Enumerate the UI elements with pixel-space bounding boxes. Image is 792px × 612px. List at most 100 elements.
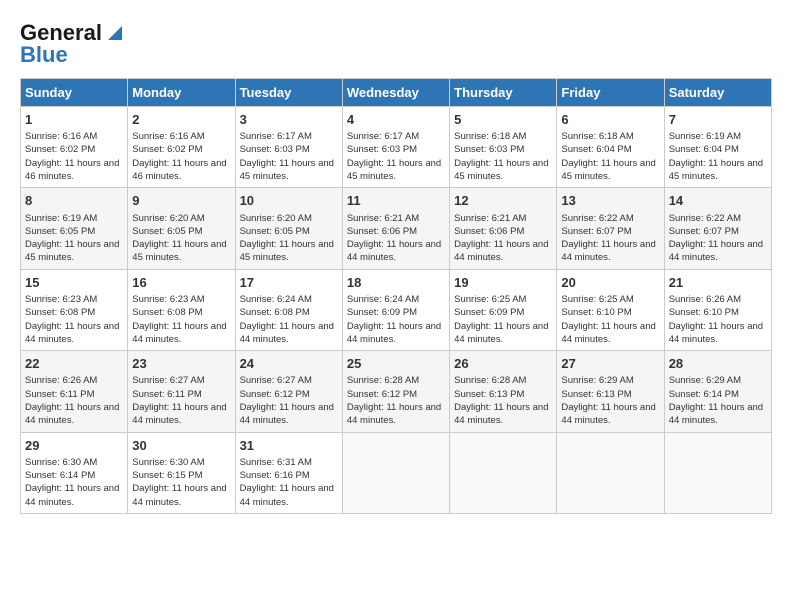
logo-icon [104, 22, 126, 44]
day-number: 28 [669, 355, 767, 373]
daylight-label: Daylight: 11 hours and 44 minutes. [132, 321, 226, 345]
sunrise: Sunrise: 6:18 AM [454, 131, 526, 142]
day-number: 3 [240, 111, 338, 129]
calendar-cell: 23Sunrise: 6:27 AMSunset: 6:11 PMDayligh… [128, 351, 235, 432]
sunset: Sunset: 6:05 PM [240, 226, 310, 237]
daylight-label: Daylight: 11 hours and 44 minutes. [454, 239, 548, 263]
day-number: 7 [669, 111, 767, 129]
sunset: Sunset: 6:13 PM [454, 389, 524, 400]
calendar-cell [342, 432, 449, 513]
sunset: Sunset: 6:04 PM [561, 144, 631, 155]
calendar-week-row: 29 Sunrise: 6:30 AM Sunset: 6:14 PM Dayligh… [21, 432, 772, 513]
sunrise: Sunrise: 6:25 AM [454, 294, 526, 305]
daylight-label: Daylight: 11 hours and 44 minutes. [454, 402, 548, 426]
calendar-cell: 3Sunrise: 6:17 AMSunset: 6:03 PMDaylight… [235, 107, 342, 188]
sunset: Sunset: 6:10 PM [561, 307, 631, 318]
calendar-cell: 21 Sunrise: 6:26 AM Sunset: 6:10 PM Dayligh… [664, 269, 771, 350]
daylight-label: Daylight: 11 hours and 44 minutes. [669, 321, 763, 345]
day-number: 1 [25, 111, 123, 129]
sunrise: Sunrise: 6:30 AM [132, 457, 204, 468]
sunset: Sunset: 6:08 PM [240, 307, 310, 318]
calendar-cell: 9Sunrise: 6:20 AMSunset: 6:05 PMDaylight… [128, 188, 235, 269]
day-number: 24 [240, 355, 338, 373]
sunset: Sunset: 6:13 PM [561, 389, 631, 400]
calendar-cell: 31Sunrise: 6:31 AMSunset: 6:16 PMDayligh… [235, 432, 342, 513]
day-number: 4 [347, 111, 445, 129]
sunset: Sunset: 6:05 PM [132, 226, 202, 237]
header-friday: Friday [557, 79, 664, 107]
daylight-label: Daylight: 11 hours and 44 minutes. [240, 321, 334, 345]
day-number: 10 [240, 192, 338, 210]
daylight-label: Daylight: 11 hours and 45 minutes. [561, 158, 655, 182]
day-number: 21 [669, 274, 767, 292]
sunrise: Sunrise: 6:26 AM [669, 294, 741, 305]
sunset: Sunset: 6:05 PM [25, 226, 95, 237]
sunrise: Sunrise: 6:16 AM [25, 131, 97, 142]
sunset: Sunset: 6:09 PM [454, 307, 524, 318]
daylight-label: Daylight: 11 hours and 44 minutes. [454, 321, 548, 345]
sunset: Sunset: 6:10 PM [669, 307, 739, 318]
calendar-cell: 29Sunrise: 6:30 AMSunset: 6:14 PMDayligh… [21, 432, 128, 513]
calendar-cell: 26 Sunrise: 6:28 AM Sunset: 6:13 PM Dayligh… [450, 351, 557, 432]
calendar-cell: 22Sunrise: 6:26 AMSunset: 6:11 PMDayligh… [21, 351, 128, 432]
day-number: 23 [132, 355, 230, 373]
day-number: 20 [561, 274, 659, 292]
calendar-cell: 18Sunrise: 6:24 AMSunset: 6:09 PMDayligh… [342, 269, 449, 350]
sunrise: Sunrise: 6:19 AM [669, 131, 741, 142]
sunrise: Sunrise: 6:17 AM [347, 131, 419, 142]
sunrise: Sunrise: 6:28 AM [454, 375, 526, 386]
calendar-week-row: 15Sunrise: 6:23 AMSunset: 6:08 PMDayligh… [21, 269, 772, 350]
daylight-label: Daylight: 11 hours and 45 minutes. [25, 239, 119, 263]
daylight-label: Daylight: 11 hours and 44 minutes. [132, 402, 226, 426]
sunset: Sunset: 6:02 PM [132, 144, 202, 155]
sunset: Sunset: 6:11 PM [25, 389, 95, 400]
daylight-label: Daylight: 11 hours and 44 minutes. [240, 402, 334, 426]
day-number: 2 [132, 111, 230, 129]
sunrise: Sunrise: 6:22 AM [669, 213, 741, 224]
sunrise: Sunrise: 6:19 AM [25, 213, 97, 224]
calendar-week-row: 22Sunrise: 6:26 AMSunset: 6:11 PMDayligh… [21, 351, 772, 432]
page-header: General Blue [20, 20, 772, 68]
daylight-label: Daylight: 11 hours and 45 minutes. [669, 158, 763, 182]
sunset: Sunset: 6:06 PM [347, 226, 417, 237]
sunset: Sunset: 6:12 PM [240, 389, 310, 400]
sunset: Sunset: 6:16 PM [240, 470, 310, 481]
sunrise: Sunrise: 6:21 AM [454, 213, 526, 224]
sunrise: Sunrise: 6:24 AM [240, 294, 312, 305]
calendar-cell: 25Sunrise: 6:28 AMSunset: 6:12 PMDayligh… [342, 351, 449, 432]
day-number: 6 [561, 111, 659, 129]
day-number: 26 [454, 355, 552, 373]
sunrise: Sunrise: 6:23 AM [25, 294, 97, 305]
calendar-cell: 6Sunrise: 6:18 AMSunset: 6:04 PMDaylight… [557, 107, 664, 188]
day-number: 12 [454, 192, 552, 210]
calendar-cell: 11Sunrise: 6:21 AMSunset: 6:06 PMDayligh… [342, 188, 449, 269]
sunset: Sunset: 6:14 PM [25, 470, 95, 481]
sunrise: Sunrise: 6:20 AM [240, 213, 312, 224]
calendar-cell: 14Sunrise: 6:22 AMSunset: 6:07 PMDayligh… [664, 188, 771, 269]
daylight-label: Daylight: 11 hours and 44 minutes. [25, 483, 119, 507]
sunrise: Sunrise: 6:25 AM [561, 294, 633, 305]
calendar-cell [664, 432, 771, 513]
daylight-label: Daylight: 11 hours and 44 minutes. [240, 483, 334, 507]
daylight-label: Daylight: 11 hours and 45 minutes. [240, 158, 334, 182]
calendar-cell [450, 432, 557, 513]
sunset: Sunset: 6:03 PM [347, 144, 417, 155]
calendar-cell: 4Sunrise: 6:17 AMSunset: 6:03 PMDaylight… [342, 107, 449, 188]
calendar-cell: 27Sunrise: 6:29 AMSunset: 6:13 PMDayligh… [557, 351, 664, 432]
sunrise: Sunrise: 6:22 AM [561, 213, 633, 224]
sunset: Sunset: 6:11 PM [132, 389, 202, 400]
daylight-label: Daylight: 11 hours and 44 minutes. [561, 321, 655, 345]
day-number: 16 [132, 274, 230, 292]
header-monday: Monday [128, 79, 235, 107]
sunset: Sunset: 6:07 PM [561, 226, 631, 237]
calendar-cell: 17Sunrise: 6:24 AMSunset: 6:08 PMDayligh… [235, 269, 342, 350]
sunrise: Sunrise: 6:28 AM [347, 375, 419, 386]
day-number: 29 [25, 437, 123, 455]
sunrise: Sunrise: 6:20 AM [132, 213, 204, 224]
calendar-week-row: 8Sunrise: 6:19 AMSunset: 6:05 PMDaylight… [21, 188, 772, 269]
header-sunday: Sunday [21, 79, 128, 107]
sunrise: Sunrise: 6:24 AM [347, 294, 419, 305]
day-number: 14 [669, 192, 767, 210]
calendar-week-row: 1 Sunrise: 6:16 AM Sunset: 6:02 PM Daylight… [21, 107, 772, 188]
sunset: Sunset: 6:02 PM [25, 144, 95, 155]
